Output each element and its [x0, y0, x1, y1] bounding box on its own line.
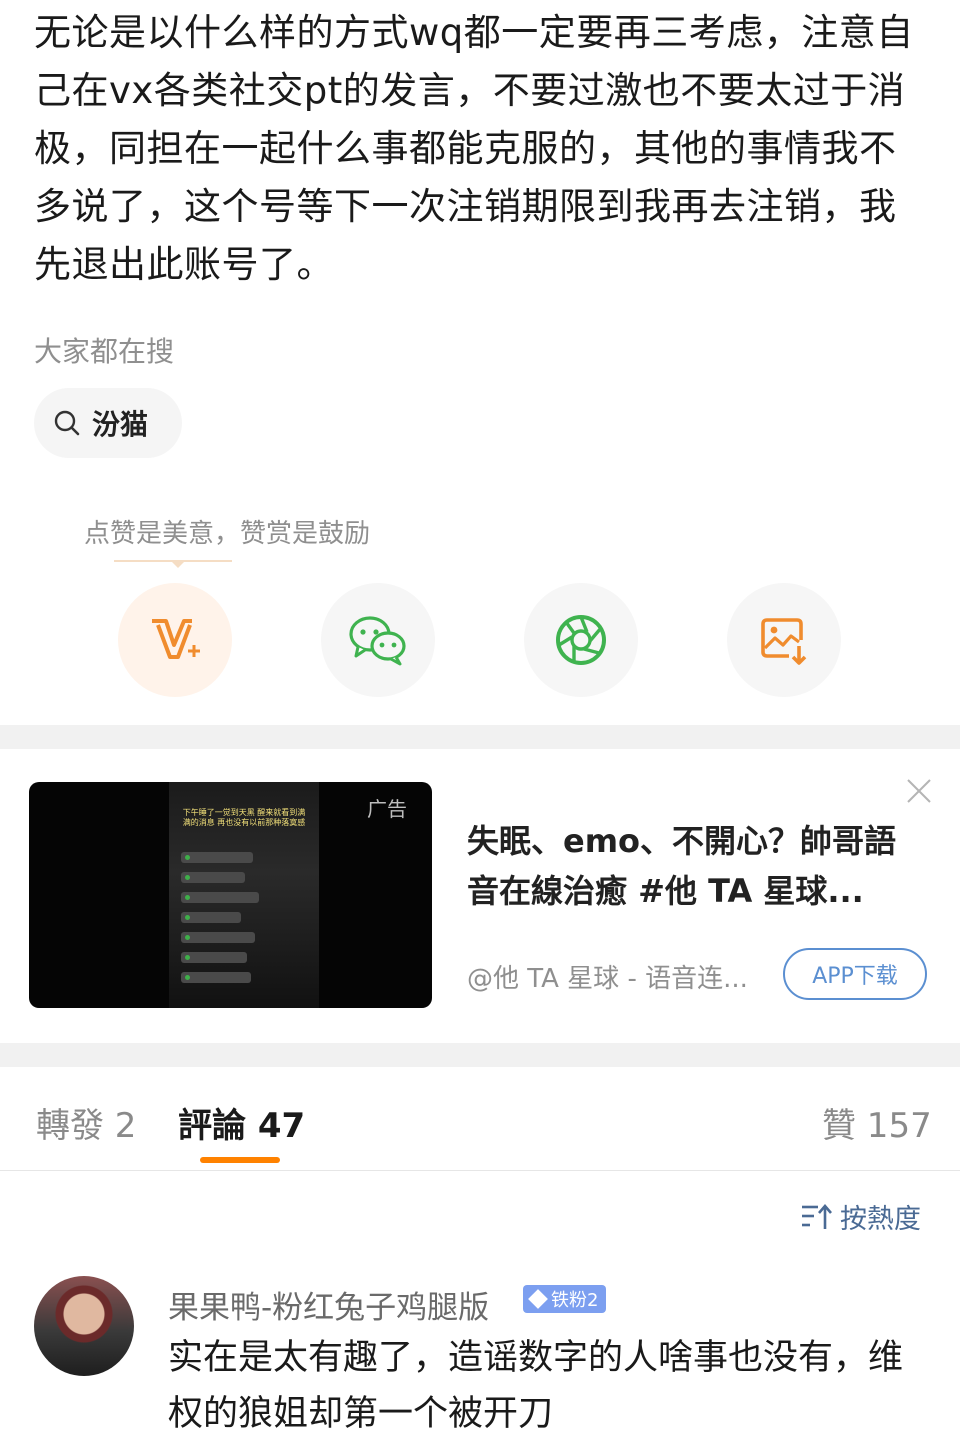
ad-title[interactable]: 失眠、emo、不開心？帥哥語音在線治癒 #他 TA 星球... — [467, 816, 927, 916]
commenter-avatar[interactable] — [34, 1276, 134, 1376]
section-divider — [0, 1043, 960, 1067]
tab-likes[interactable]: 贊 157 — [822, 1098, 932, 1147]
ad-thumb-bubble — [181, 852, 253, 863]
tabs-divider — [0, 1170, 960, 1171]
reward-tip-text: 点赞是美意，赞赏是鼓励 — [84, 519, 371, 549]
tab-comments[interactable]: 評論 47 — [178, 1098, 305, 1147]
save-image-button[interactable] — [727, 583, 841, 697]
fan-badge-label: 铁粉2 — [551, 1290, 599, 1311]
image-download-icon — [761, 618, 807, 665]
ad-thumb-bubble — [181, 872, 245, 883]
share-moments-button[interactable] — [524, 583, 638, 697]
trending-search-chip[interactable]: 汾猫 — [34, 388, 182, 458]
trending-search-title: 大家都在搜 — [34, 335, 175, 368]
ad-thumb-bubble — [181, 912, 241, 923]
comment-text: 实在是太有趣了，造谣数字的人啥事也没有，维权的狼姐却第一个被开刀 — [168, 1338, 904, 1434]
close-icon[interactable] — [906, 778, 932, 804]
post-body-text: 无论是以什么样的方式wq都一定要再三考虑，注意自己在vx各类社交pt的发言，不要… — [34, 11, 914, 286]
ad-thumb-bubble — [181, 952, 247, 963]
ad-source[interactable]: @他 TA 星球 - 语音连... — [467, 958, 767, 995]
ad-thumb-bubble — [181, 972, 251, 983]
sort-label: 按熱度 — [840, 1204, 921, 1235]
aperture-icon — [556, 615, 606, 665]
fan-level-badge[interactable]: 铁粉2 — [523, 1285, 607, 1313]
tab-reposts[interactable]: 轉發 2 — [36, 1098, 136, 1147]
sort-icon — [802, 1203, 832, 1229]
ad-label: 广告 — [367, 797, 407, 821]
section-divider — [0, 725, 960, 749]
active-tab-indicator — [200, 1157, 280, 1163]
ad-thumb-bubble — [181, 892, 259, 903]
wechat-icon — [349, 616, 406, 666]
reward-button[interactable] — [118, 583, 232, 697]
commenter-username[interactable]: 果果鸭-粉红兔子鸡腿版 — [168, 1282, 489, 1327]
diamond-icon — [528, 1289, 548, 1309]
trending-chip-label: 汾猫 — [92, 408, 149, 441]
ad-download-button[interactable]: APP下载 — [783, 948, 927, 1000]
ad-thumb-bubble — [181, 932, 255, 943]
sort-by-hot-button[interactable]: 按熱度 — [800, 1197, 921, 1236]
v-plus-icon — [152, 619, 200, 659]
share-wechat-button[interactable] — [321, 583, 435, 697]
search-icon — [54, 410, 80, 436]
ad-thumbnail-caption: 下午睡了一觉到天黑 醒来就看到满满的消息 再也没有以前那种落寞感 — [182, 808, 306, 827]
reward-tip-caret — [170, 560, 186, 568]
